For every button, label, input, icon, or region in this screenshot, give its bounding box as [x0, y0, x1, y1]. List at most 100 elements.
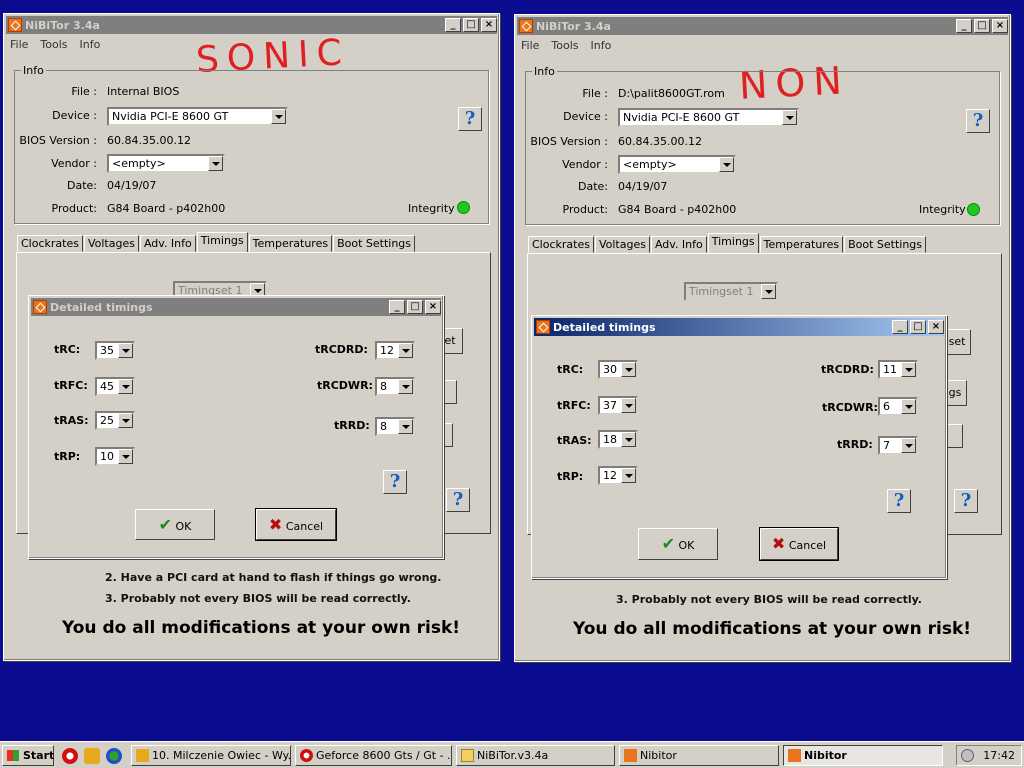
timingset-select[interactable]: Timingset 1 — [684, 282, 778, 301]
minimize-button[interactable]: _ — [892, 320, 908, 334]
chevron-down-icon[interactable] — [901, 438, 916, 453]
chevron-down-icon[interactable] — [901, 362, 916, 377]
chevron-down-icon[interactable] — [761, 284, 776, 299]
dialog-help-button[interactable]: ? — [383, 470, 407, 494]
tab-timings[interactable]: Timings — [707, 233, 759, 253]
ok-button[interactable]: ✔ OK — [135, 509, 215, 540]
tab-voltages[interactable]: Voltages — [83, 235, 139, 252]
trp-select[interactable]: 10 — [95, 447, 135, 466]
trrd-select[interactable]: 8 — [375, 417, 415, 436]
chevron-down-icon[interactable] — [719, 157, 734, 172]
tras-select[interactable]: 18 — [598, 430, 638, 449]
menu-info[interactable]: Info — [80, 38, 101, 51]
chevron-down-icon[interactable] — [208, 156, 223, 171]
help-button[interactable]: ? — [458, 107, 482, 131]
chevron-down-icon[interactable] — [118, 413, 133, 428]
cancel-button[interactable]: ✖ Cancel — [255, 508, 337, 541]
tab-adv-info[interactable]: Adv. Info — [139, 235, 196, 252]
opera-icon[interactable] — [62, 748, 78, 764]
chevron-down-icon[interactable] — [621, 362, 636, 377]
maximize-button[interactable]: □ — [407, 300, 423, 314]
chevron-down-icon[interactable] — [621, 432, 636, 447]
tab-boot-settings[interactable]: Boot Settings — [333, 235, 416, 252]
trfc-select[interactable]: 37 — [598, 396, 638, 415]
start-button[interactable]: Start — [2, 745, 54, 766]
title-bar[interactable]: NiBiTor 3.4a _ □ × — [517, 17, 1008, 35]
dialog-help-button[interactable]: ? — [887, 489, 911, 513]
tab-temperatures[interactable]: Temperatures — [759, 236, 844, 253]
trcdwr-select[interactable]: 6 — [878, 397, 918, 416]
minimize-button[interactable]: _ — [956, 19, 972, 33]
media-player-icon[interactable] — [106, 748, 122, 764]
task-nibitor-folder[interactable]: NiBiTor.v3.4a — [456, 745, 615, 766]
tab-voltages[interactable]: Voltages — [594, 236, 650, 253]
ok-button[interactable]: ✔ OK — [638, 528, 718, 560]
close-button[interactable]: × — [992, 19, 1008, 33]
vendor-select[interactable]: <empty> — [107, 154, 225, 173]
chevron-down-icon[interactable] — [398, 343, 413, 358]
trc-select[interactable]: 30 — [598, 360, 638, 379]
panel-help-button[interactable]: ? — [954, 489, 978, 513]
trcdwr-select[interactable]: 8 — [375, 377, 415, 396]
tab-temperatures[interactable]: Temperatures — [248, 235, 333, 252]
minimize-button[interactable]: _ — [389, 300, 405, 314]
tab-timings[interactable]: Timings — [196, 232, 248, 252]
chevron-down-icon[interactable] — [621, 468, 636, 483]
close-button[interactable]: × — [928, 320, 944, 334]
trcdrd-select[interactable]: 12 — [375, 341, 415, 360]
maximize-button[interactable]: □ — [974, 19, 990, 33]
set-button-partial[interactable]: set — [943, 329, 971, 355]
trrd-select[interactable]: 7 — [878, 436, 918, 455]
task-label: NiBiTor.v3.4a — [477, 749, 549, 762]
trfc-value: 45 — [100, 380, 114, 393]
menu-tools[interactable]: Tools — [551, 39, 578, 52]
cancel-button[interactable]: ✖ Cancel — [759, 527, 839, 561]
tab-boot-settings[interactable]: Boot Settings — [844, 236, 927, 253]
panel-help-button[interactable]: ? — [446, 488, 470, 512]
clock[interactable]: 17:42 — [983, 749, 1015, 762]
info-group-label: Info — [21, 64, 46, 77]
tab-clockrates[interactable]: Clockrates — [17, 235, 83, 252]
trcdrd-select[interactable]: 11 — [878, 360, 918, 379]
task-geforce[interactable]: Geforce 8600 Gts / Gt - ... — [295, 745, 452, 766]
maximize-button[interactable]: □ — [463, 18, 479, 32]
device-select[interactable]: Nvidia PCI-E 8600 GT — [618, 108, 799, 127]
detailed-timings-dialog-left[interactable]: Detailed timings _ □ × tRC: 35 tRFC: 45 … — [28, 295, 444, 559]
chevron-down-icon[interactable] — [271, 109, 286, 124]
chevron-down-icon[interactable] — [901, 399, 916, 414]
menu-tools[interactable]: Tools — [40, 38, 67, 51]
chevron-down-icon[interactable] — [118, 449, 133, 464]
trc-select[interactable]: 35 — [95, 341, 135, 360]
maximize-button[interactable]: □ — [910, 320, 926, 334]
task-milczenie-owiec[interactable]: 10. Milczenie Owiec - Wy... — [131, 745, 291, 766]
chevron-down-icon[interactable] — [118, 343, 133, 358]
close-button[interactable]: × — [481, 18, 497, 32]
tras-select[interactable]: 25 — [95, 411, 135, 430]
menu-info[interactable]: Info — [591, 39, 612, 52]
chevron-down-icon[interactable] — [398, 379, 413, 394]
tray-icon[interactable] — [961, 749, 974, 762]
minimize-button[interactable]: _ — [445, 18, 461, 32]
menu-file[interactable]: File — [521, 39, 539, 52]
task-nibitor-2[interactable]: Nibitor — [783, 745, 943, 766]
chevron-down-icon[interactable] — [782, 110, 797, 125]
trfc-select[interactable]: 45 — [95, 377, 135, 396]
vendor-select[interactable]: <empty> — [618, 155, 736, 174]
trp-select[interactable]: 12 — [598, 466, 638, 485]
detailed-timings-dialog-right[interactable]: Detailed timings _ □ × tRC: 30 tRFC: 37 … — [531, 315, 947, 579]
nibitor-quick-icon[interactable] — [84, 748, 100, 764]
chevron-down-icon[interactable] — [621, 398, 636, 413]
help-button[interactable]: ? — [966, 109, 990, 133]
tab-clockrates[interactable]: Clockrates — [528, 236, 594, 253]
chevron-down-icon[interactable] — [118, 379, 133, 394]
tab-adv-info[interactable]: Adv. Info — [650, 236, 707, 253]
task-nibitor-1[interactable]: Nibitor — [619, 745, 779, 766]
dialog-title-bar[interactable]: Detailed timings _ □ × — [534, 318, 944, 336]
title-bar[interactable]: NiBiTor 3.4a _ □ × — [6, 16, 497, 34]
trcdwr-label: tRCDWR: — [822, 401, 878, 414]
device-select[interactable]: Nvidia PCI-E 8600 GT — [107, 107, 288, 126]
menu-file[interactable]: File — [10, 38, 28, 51]
chevron-down-icon[interactable] — [398, 419, 413, 434]
dialog-title-bar[interactable]: Detailed timings _ □ × — [31, 298, 441, 316]
close-button[interactable]: × — [425, 300, 441, 314]
